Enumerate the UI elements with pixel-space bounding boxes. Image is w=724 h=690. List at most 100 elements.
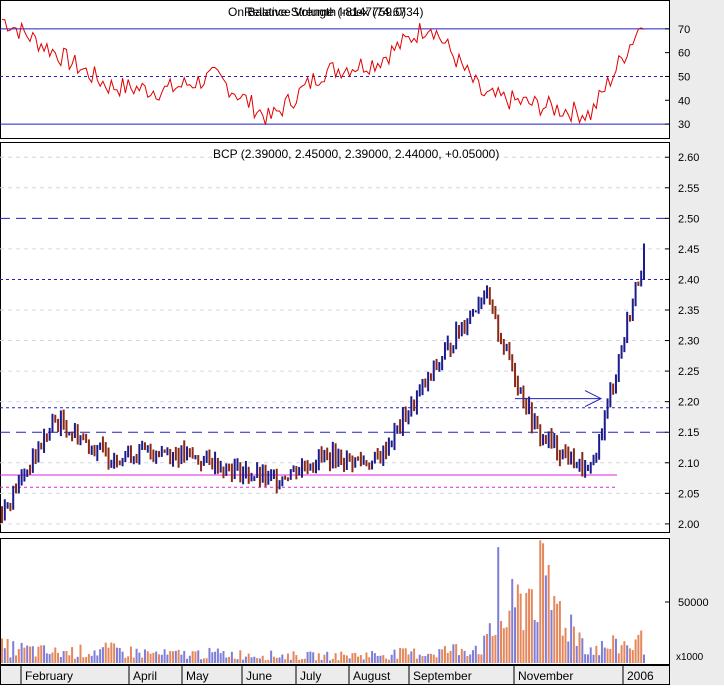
volume-bar [345,655,348,663]
volume-bar [152,652,155,663]
volume-bar [306,651,309,663]
volume-bar [337,660,340,663]
volume-bar [516,584,519,663]
volume-bar [270,650,273,663]
rsi-tick-label: 70 [678,24,690,36]
volume-bar [586,654,589,663]
volume-bar [242,659,245,663]
volume-bar [343,654,346,663]
volume-bar [115,647,118,663]
rsi-tick-label: 60 [678,48,690,60]
volume-bar [163,649,166,663]
rsi-legend: Relative Strength Index (74.6734) [244,5,423,19]
price-bars [1,243,645,524]
volume-bar [628,648,631,663]
price-tick-label: 2.40 [678,274,699,286]
volume-bar [480,654,483,663]
volume-bar [253,656,256,663]
volume-bar [567,641,570,663]
price-tick-label: 2.45 [678,244,699,256]
volume-bar [138,652,141,663]
volume-bar [121,651,124,663]
price-panel-frame [0,142,670,533]
volume-bar [536,622,539,663]
price-tick-label: 2.05 [678,488,699,500]
volume-bar [303,658,306,663]
volume-bar [96,655,99,663]
volume-bar [558,601,561,663]
volume-bar [275,657,278,663]
volume-bar [54,647,57,663]
volume-bar [129,646,132,663]
price-tick-label: 2.20 [678,397,699,409]
volume-bar [15,655,18,663]
volume-bar [401,648,404,663]
volume-bar [511,578,514,663]
volume-bar [132,657,135,663]
volume-bar [107,647,110,663]
volume-bar [396,658,399,663]
volume-bar [415,658,418,663]
volume-bar [387,659,390,663]
volume-bar [208,647,211,663]
volume-bar [244,656,247,663]
price-tick-label: 2.10 [678,458,699,470]
price-tick-label: 2.50 [678,213,699,225]
volume-bar [376,655,379,663]
volume-bar [455,644,458,663]
volume-bar [614,638,617,663]
volume-bar [236,659,239,663]
volume-bar [413,648,416,663]
volume-bar [79,644,82,663]
volume-bar [233,658,236,663]
volume-bar [502,628,505,663]
volume-bar [525,592,528,663]
volume-bar [441,649,444,663]
volume-bar [26,645,29,663]
volume-bar [286,653,289,663]
volume-bar [460,648,463,663]
volume-bar [87,653,90,663]
volume-bar [600,640,603,663]
volume-bar [382,655,385,663]
volume-bar [570,614,573,663]
volume-bar [427,653,430,663]
volume-bar [589,647,592,663]
volume-bar [564,627,567,663]
volume-bar [631,650,634,663]
volume-bar [82,657,85,663]
volume-bar [542,543,545,663]
volume-bar [410,651,413,663]
volume-bar [146,651,149,663]
volume-bar [183,650,186,663]
volume-bar [309,651,312,663]
volume-bar [317,653,320,663]
x-axis-label: 2006 [627,669,654,683]
volume-bar [522,630,525,663]
volume-bar [357,656,360,663]
volume-bar [528,588,531,663]
price-tick-label: 2.35 [678,305,699,317]
volume-bar [449,650,452,663]
volume-bar [351,653,354,663]
price-tick-label: 2.30 [678,336,699,348]
volume-bar [393,649,396,663]
volume-bar [59,656,62,663]
volume-bar [584,654,587,663]
volume-bar [214,651,217,663]
volume-bar [45,653,48,663]
volume-bar [634,639,637,663]
price-tick-label: 2.55 [678,183,699,195]
volume-bar [93,650,96,663]
volume-bar [463,650,466,663]
x-axis-label: November [518,669,573,683]
volume-bar [292,651,295,663]
volume-bar [155,651,158,663]
volume-bar [612,635,615,663]
volume-bar [603,647,606,663]
volume-bar [609,648,612,663]
volume-bar [62,651,65,663]
rsi-series [1,19,645,126]
volume-bar [216,648,219,663]
volume-bar [149,653,152,663]
